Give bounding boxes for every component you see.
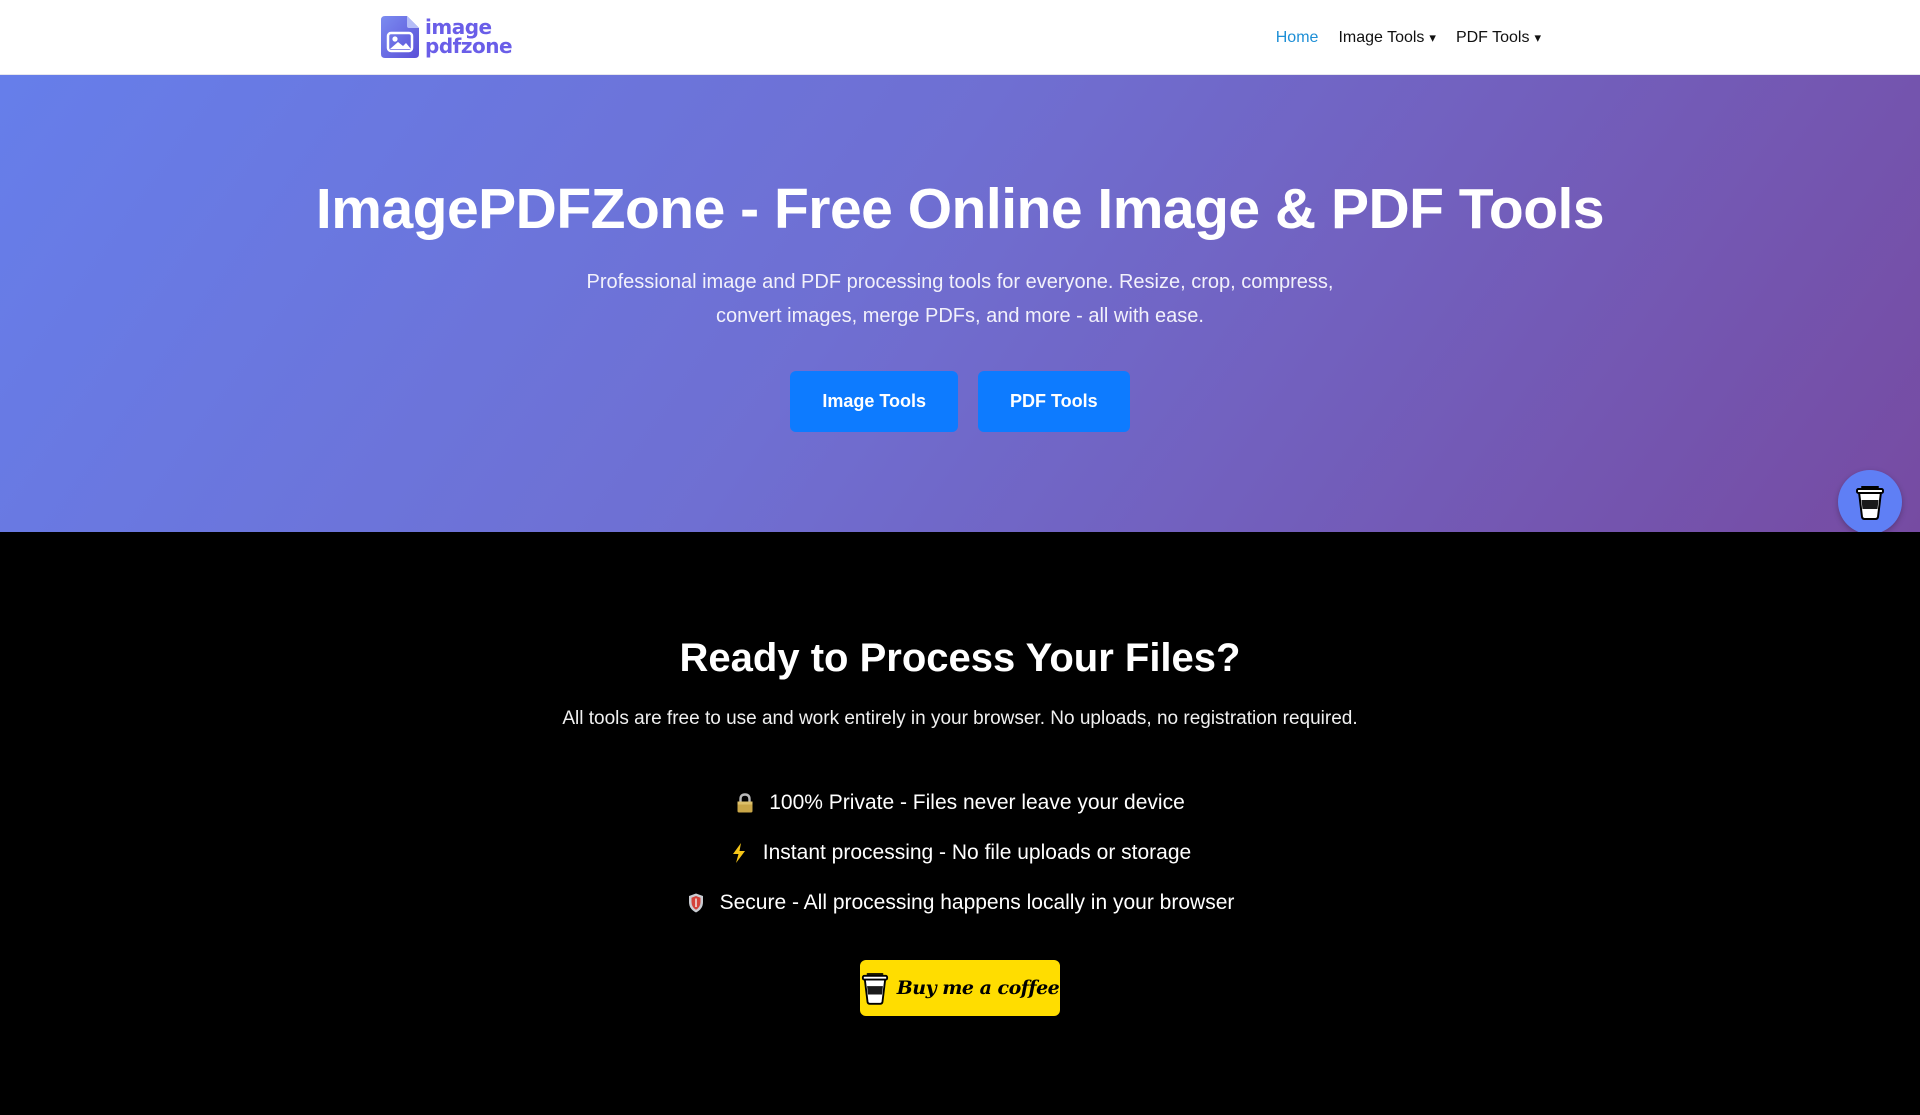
feature-text: Instant processing - No file uploads or … [762, 841, 1192, 864]
logo-text: image pdfzone [425, 17, 513, 58]
floating-coffee-button[interactable] [1838, 470, 1902, 534]
caret-down-icon: ▾ [1429, 29, 1436, 45]
feature-text: 100% Private - Files never leave your de… [769, 791, 1185, 814]
feature-text: Secure - All processing happens locally … [719, 891, 1235, 914]
cta-description: All tools are free to use and work entir… [562, 708, 1358, 729]
hero-title: ImagePDFZone - Free Online Image & PDF T… [315, 177, 1605, 241]
nav-pdf-tools-label: PDF Tools [1455, 28, 1530, 46]
nav-image-tools-label: Image Tools [1338, 28, 1425, 46]
nav-pdf-tools-dropdown[interactable]: PDF Tools ▾ [1456, 29, 1541, 47]
hero-section: ImagePDFZone - Free Online Image & PDF T… [0, 75, 1920, 532]
feature-list: 100% Private - Files never leave your de… [0, 778, 1920, 928]
coffee-button-label: Buy me a coffee [896, 977, 1060, 999]
lock-icon [735, 792, 755, 814]
hero-buttons: Image Tools PDF Tools [0, 371, 1920, 432]
buy-me-a-coffee-button[interactable]: Buy me a coffee [860, 960, 1060, 1016]
shield-icon [686, 892, 706, 914]
main-nav: Home Image Tools ▾ PDF Tools ▾ [1276, 0, 1541, 75]
nav-home[interactable]: Home [1276, 29, 1319, 47]
image-file-icon [381, 16, 419, 58]
cta-section: Ready to Process Your Files? All tools a… [0, 532, 1920, 1115]
hero-subtitle: Professional image and PDF processing to… [586, 271, 1334, 327]
feature-item-instant: Instant processing - No file uploads or … [0, 828, 1920, 878]
logo-line-2: pdfzone [425, 34, 513, 58]
caret-down-icon: ▾ [1534, 29, 1541, 45]
cta-title: Ready to Process Your Files? [679, 636, 1241, 680]
coffee-cup-icon [1856, 486, 1884, 520]
feature-item-secure: Secure - All processing happens locally … [0, 878, 1920, 928]
nav-home-label: Home [1275, 28, 1319, 46]
image-tools-button[interactable]: Image Tools [790, 371, 958, 432]
coffee-cup-icon [861, 973, 888, 1005]
navbar: image pdfzone Home Image Tools ▾ PDF Too… [0, 0, 1920, 75]
nav-image-tools-dropdown[interactable]: Image Tools ▾ [1338, 29, 1436, 47]
site-logo[interactable]: image pdfzone [381, 16, 513, 58]
lightning-icon [729, 842, 749, 864]
feature-item-private: 100% Private - Files never leave your de… [0, 778, 1920, 828]
pdf-tools-button[interactable]: PDF Tools [978, 371, 1130, 432]
